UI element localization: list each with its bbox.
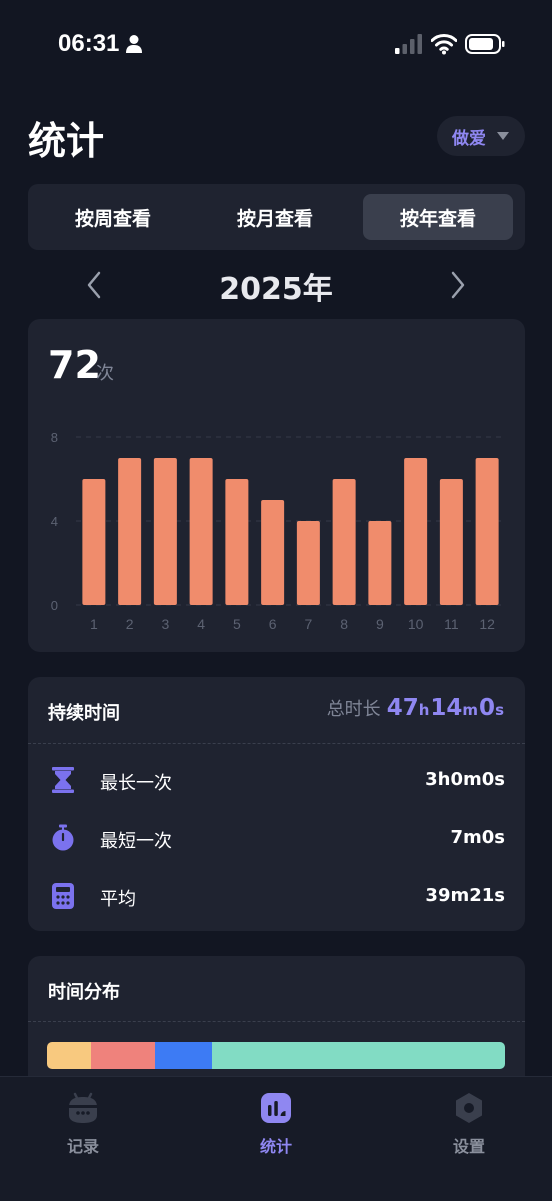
calculator-icon xyxy=(52,883,74,909)
bar-month-5[interactable] xyxy=(225,479,249,605)
bottom-tab-bar: 记录 统计 设置 xyxy=(0,1076,552,1201)
x-tick-label: 8 xyxy=(340,616,348,632)
segment-week[interactable]: 按周查看 xyxy=(38,194,188,240)
tab-record[interactable]: 记录 xyxy=(23,1091,143,1161)
stat-label-shortest: 最短一次 xyxy=(100,831,172,852)
tab-record-label: 记录 xyxy=(66,1137,99,1156)
x-tick-label: 10 xyxy=(408,616,424,632)
distribution-title: 时间分布 xyxy=(48,982,120,1003)
stat-label-average: 平均 xyxy=(100,889,136,910)
bar-month-12[interactable] xyxy=(475,458,499,605)
bar-month-3[interactable] xyxy=(153,458,177,605)
tab-settings[interactable]: 设置 xyxy=(409,1091,529,1161)
record-icon xyxy=(69,1092,97,1123)
total-seconds: 0 xyxy=(479,695,496,721)
bar-month-10[interactable] xyxy=(404,458,428,605)
total-minutes-unit: m xyxy=(462,701,479,719)
stat-row-average: 平均 39m21s xyxy=(28,876,525,916)
dashed-divider xyxy=(28,743,525,744)
category-dropdown[interactable]: 做爱 xyxy=(437,116,525,156)
year-label: 2025年 xyxy=(219,272,333,307)
tab-settings-label: 设置 xyxy=(452,1137,485,1156)
y-tick-label: 4 xyxy=(51,514,58,529)
chart-icon xyxy=(261,1093,291,1123)
x-tick-label: 3 xyxy=(161,616,169,632)
segment-month[interactable]: 按月查看 xyxy=(200,194,350,240)
page-title: 统计 xyxy=(28,119,105,163)
x-tick-label: 6 xyxy=(269,616,277,632)
bar-month-1[interactable] xyxy=(82,479,106,605)
bar-month-11[interactable] xyxy=(439,479,463,605)
segment-year[interactable]: 按年查看 xyxy=(363,194,513,240)
battery-icon xyxy=(465,34,505,54)
total-seconds-unit: s xyxy=(495,701,504,719)
distribution-segment-2 xyxy=(90,1042,156,1069)
stopwatch-icon xyxy=(52,824,74,851)
total-duration: 总时长 47 h 14 m 0 s xyxy=(327,695,505,721)
stat-value-shortest: 7m0s xyxy=(450,827,505,848)
bar-month-2[interactable] xyxy=(118,458,142,605)
x-tick-label: 2 xyxy=(126,616,134,632)
x-tick-label: 5 xyxy=(233,616,241,632)
bar-month-7[interactable] xyxy=(296,521,320,605)
distribution-segment-3 xyxy=(155,1042,212,1069)
cellular-signal-icon xyxy=(395,34,422,54)
distribution-stacked-bar xyxy=(47,1042,505,1069)
view-mode-segmented-control: 按周查看 按月查看 按年查看 xyxy=(28,184,525,250)
person-icon xyxy=(126,35,142,53)
total-minutes: 14 xyxy=(430,695,463,721)
monthly-bar-chart: 0481 2 3 4 5 6 7 8 9 10 11 12 xyxy=(51,430,505,632)
category-dropdown-label: 做爱 xyxy=(452,128,486,149)
status-bar: 06:31 xyxy=(0,0,552,90)
x-tick-label: 1 xyxy=(90,616,98,632)
duration-card: 持续时间 总时长 47 h 14 m 0 s 最长一次 3h0m0s 最短一次 … xyxy=(28,677,525,931)
settings-icon xyxy=(456,1093,482,1123)
bar-month-8[interactable] xyxy=(332,479,356,605)
duration-title: 持续时间 xyxy=(48,703,120,724)
wifi-icon xyxy=(431,34,457,55)
caret-down-icon xyxy=(497,132,509,140)
x-tick-label: 12 xyxy=(479,616,495,632)
stat-value-longest: 3h0m0s xyxy=(425,769,505,790)
distribution-segment-1 xyxy=(47,1042,91,1069)
tab-statistics-label: 统计 xyxy=(259,1137,292,1156)
total-hours: 47 xyxy=(386,695,419,721)
hourglass-icon xyxy=(52,767,74,793)
next-year-chevron-icon[interactable] xyxy=(446,268,470,302)
total-duration-label: 总时长 xyxy=(326,699,381,720)
y-tick-label: 8 xyxy=(51,430,58,445)
stat-row-shortest: 最短一次 7m0s xyxy=(28,818,525,858)
bar-month-6[interactable] xyxy=(261,500,285,605)
stat-label-longest: 最长一次 xyxy=(100,773,172,794)
status-time: 06:31 xyxy=(58,30,120,57)
total-hours-unit: h xyxy=(418,701,430,719)
bar-month-4[interactable] xyxy=(189,458,213,605)
y-tick-label: 0 xyxy=(51,598,58,613)
dashed-divider xyxy=(28,1021,525,1022)
x-tick-label: 9 xyxy=(376,616,384,632)
yearly-chart-card: 72 次 0 4 8 1 2 3 4 5 6 7 8 9 10 11 12 xyxy=(28,319,525,652)
tab-statistics[interactable]: 统计 xyxy=(216,1091,336,1161)
distribution-segment-4 xyxy=(211,1042,505,1069)
stat-row-longest: 最长一次 3h0m0s xyxy=(28,760,525,800)
x-tick-label: 11 xyxy=(444,616,459,632)
x-tick-label: 7 xyxy=(304,616,312,632)
bar-month-9[interactable] xyxy=(368,521,392,605)
stat-value-average: 39m21s xyxy=(425,885,505,906)
x-tick-label: 4 xyxy=(197,616,205,632)
previous-year-chevron-icon[interactable] xyxy=(82,268,106,302)
